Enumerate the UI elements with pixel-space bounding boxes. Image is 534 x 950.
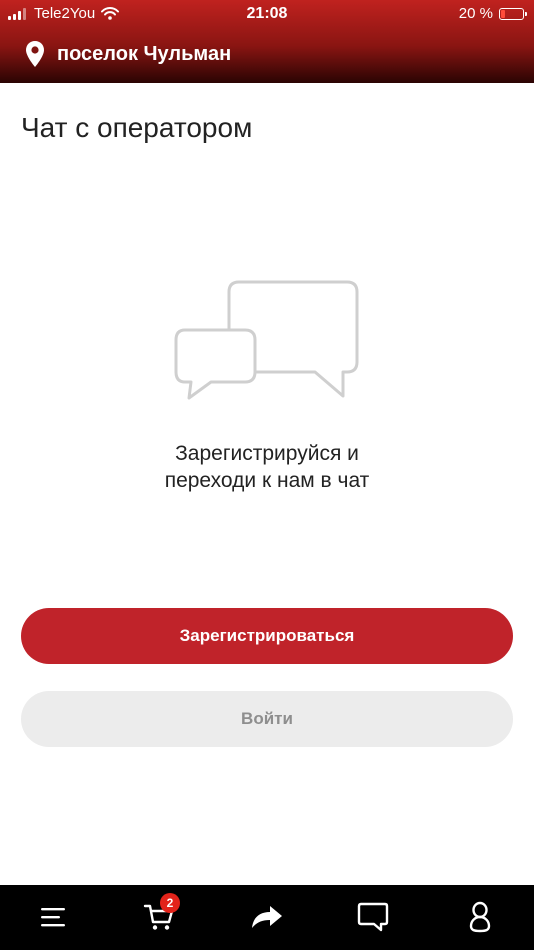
- chat-bubbles-icon: [174, 280, 359, 400]
- cart-badge: 2: [160, 893, 180, 913]
- login-button[interactable]: Войти: [21, 691, 513, 747]
- status-right: 20 %: [458, 5, 527, 22]
- page-title: Чат с оператором: [21, 112, 253, 143]
- empty-state-message: Зарегистрируйся и переходи к нам в чат: [0, 440, 534, 494]
- tab-cart[interactable]: 2: [134, 893, 184, 939]
- register-button[interactable]: Зарегистрироваться: [21, 608, 513, 664]
- location-name: поселок Чульман: [57, 42, 232, 65]
- battery-icon: [499, 7, 527, 20]
- empty-state-line-2: переходи к нам в чат: [164, 469, 370, 492]
- status-time: 21:08: [246, 5, 288, 22]
- tab-menu[interactable]: [28, 895, 78, 939]
- map-pin-icon: [26, 41, 44, 67]
- bottom-tab-bar: 2: [0, 885, 534, 950]
- menu-icon: [41, 908, 65, 927]
- profile-icon: [469, 901, 491, 933]
- empty-state-line-1: Зарегистрируйся и: [175, 442, 359, 465]
- top-header: Tele2You 21:08 20 % поселок Чульман: [0, 0, 534, 83]
- location-selector[interactable]: поселок Чульман: [25, 40, 231, 68]
- tab-chat[interactable]: [348, 895, 398, 939]
- share-icon: [252, 906, 282, 928]
- tab-share[interactable]: [242, 895, 292, 939]
- battery-percent: 20 %: [458, 5, 493, 22]
- status-bar: Tele2You 21:08 20 %: [0, 0, 534, 30]
- tab-profile[interactable]: [455, 895, 505, 939]
- chat-icon: [357, 902, 389, 932]
